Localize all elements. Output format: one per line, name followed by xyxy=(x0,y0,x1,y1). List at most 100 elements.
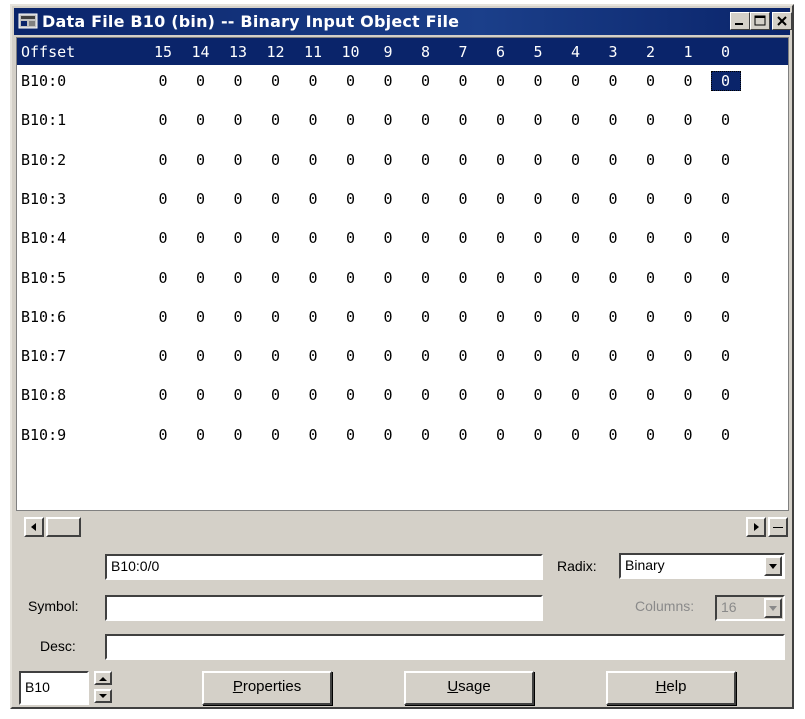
bit-cell[interactable]: 0 xyxy=(673,425,703,445)
bit-cell[interactable]: 0 xyxy=(298,110,328,130)
bit-cell[interactable]: 0 xyxy=(598,307,628,327)
bit-cell[interactable]: 0 xyxy=(598,150,628,170)
bit-cell[interactable]: 0 xyxy=(673,150,703,170)
radix-dropdown-button[interactable] xyxy=(764,556,782,576)
spin-up-button[interactable] xyxy=(94,671,112,685)
bit-cell[interactable]: 0 xyxy=(261,71,291,91)
bit-cell[interactable]: 0 xyxy=(186,150,216,170)
bit-cell[interactable]: 0 xyxy=(373,346,403,366)
bit-cell[interactable]: 0 xyxy=(448,307,478,327)
bit-cell[interactable]: 0 xyxy=(298,425,328,445)
bit-cell[interactable]: 0 xyxy=(711,346,741,366)
bit-cell[interactable]: 0 xyxy=(561,307,591,327)
bit-cell[interactable]: 0 xyxy=(486,307,516,327)
bit-cell[interactable]: 0 xyxy=(186,307,216,327)
bit-cell[interactable]: 0 xyxy=(223,385,253,405)
scroll-left-button[interactable] xyxy=(24,517,44,537)
split-button[interactable] xyxy=(768,517,788,537)
scroll-thumb[interactable] xyxy=(46,517,81,537)
bit-cell[interactable]: 0 xyxy=(373,268,403,288)
bit-cell[interactable]: 0 xyxy=(636,228,666,248)
bit-cell[interactable]: 0 xyxy=(148,425,178,445)
bit-cell[interactable]: 0 xyxy=(186,189,216,209)
bit-cell[interactable]: 0 xyxy=(186,110,216,130)
bit-cell[interactable]: 0 xyxy=(223,425,253,445)
bit-cell[interactable]: 0 xyxy=(261,228,291,248)
bit-cell[interactable]: 0 xyxy=(186,71,216,91)
bit-cell[interactable]: 0 xyxy=(561,150,591,170)
bit-cell[interactable]: 0 xyxy=(673,346,703,366)
bit-cell[interactable]: 0 xyxy=(186,228,216,248)
maximize-button[interactable] xyxy=(750,12,770,30)
bit-cell[interactable]: 0 xyxy=(523,385,553,405)
bit-cell[interactable]: 0 xyxy=(186,425,216,445)
radix-select[interactable]: Binary xyxy=(619,553,785,579)
bit-cell[interactable]: 0 xyxy=(486,228,516,248)
bit-cell[interactable]: 0 xyxy=(411,307,441,327)
bit-cell[interactable]: 0 xyxy=(486,425,516,445)
bit-cell[interactable]: 0 xyxy=(148,346,178,366)
bit-cell[interactable]: 0 xyxy=(486,268,516,288)
bit-cell[interactable]: 0 xyxy=(448,425,478,445)
bit-cell[interactable]: 0 xyxy=(186,385,216,405)
bit-cell[interactable]: 0 xyxy=(636,425,666,445)
bit-cell[interactable]: 0 xyxy=(148,268,178,288)
bit-cell[interactable]: 0 xyxy=(448,228,478,248)
bit-cell[interactable]: 0 xyxy=(523,307,553,327)
bit-cell[interactable]: 0 xyxy=(411,346,441,366)
bit-cell[interactable]: 0 xyxy=(148,110,178,130)
bit-cell[interactable]: 0 xyxy=(298,385,328,405)
bit-cell[interactable]: 0 xyxy=(261,425,291,445)
bit-cell[interactable]: 0 xyxy=(373,228,403,248)
bit-cell[interactable]: 0 xyxy=(448,385,478,405)
bit-cell[interactable]: 0 xyxy=(373,71,403,91)
bit-cell[interactable]: 0 xyxy=(148,385,178,405)
bit-cell[interactable]: 0 xyxy=(636,189,666,209)
bit-cell[interactable]: 0 xyxy=(636,346,666,366)
bit-cell[interactable]: 0 xyxy=(561,425,591,445)
bit-cell[interactable]: 0 xyxy=(636,71,666,91)
bit-cell[interactable]: 0 xyxy=(148,150,178,170)
bit-cell[interactable]: 0 xyxy=(448,71,478,91)
bit-cell[interactable]: 0 xyxy=(336,268,366,288)
bit-cell[interactable]: 0 xyxy=(711,189,741,209)
bit-cell[interactable]: 0 xyxy=(561,110,591,130)
bit-cell[interactable]: 0 xyxy=(523,150,553,170)
bit-cell[interactable]: 0 xyxy=(636,307,666,327)
bit-cell[interactable]: 0 xyxy=(411,268,441,288)
bit-cell[interactable]: 0 xyxy=(598,346,628,366)
close-button[interactable] xyxy=(772,12,792,30)
bit-cell[interactable]: 0 xyxy=(711,425,741,445)
bit-cell[interactable]: 0 xyxy=(411,110,441,130)
bit-cell[interactable]: 0 xyxy=(448,346,478,366)
bit-cell[interactable]: 0 xyxy=(336,189,366,209)
bit-cell[interactable]: 0 xyxy=(336,228,366,248)
bit-cell[interactable]: 0 xyxy=(523,71,553,91)
minimize-button[interactable] xyxy=(730,12,750,30)
bit-cell[interactable]: 0 xyxy=(636,110,666,130)
bit-cell[interactable]: 0 xyxy=(336,150,366,170)
spin-down-button[interactable] xyxy=(94,689,112,703)
symbol-field[interactable] xyxy=(105,595,543,621)
bit-cell[interactable]: 0 xyxy=(148,307,178,327)
bit-cell[interactable]: 0 xyxy=(598,189,628,209)
bit-cell[interactable]: 0 xyxy=(711,307,741,327)
bit-cell[interactable]: 0 xyxy=(373,385,403,405)
bit-cell[interactable]: 0 xyxy=(223,346,253,366)
bit-cell[interactable]: 0 xyxy=(261,268,291,288)
bit-cell[interactable]: 0 xyxy=(523,110,553,130)
bit-cell[interactable]: 0 xyxy=(711,385,741,405)
bit-cell[interactable]: 0 xyxy=(636,385,666,405)
bit-cell[interactable]: 0 xyxy=(561,346,591,366)
bit-cell[interactable]: 0 xyxy=(448,150,478,170)
bit-cell[interactable]: 0 xyxy=(298,268,328,288)
bit-cell[interactable]: 0 xyxy=(261,346,291,366)
bit-cell[interactable]: 0 xyxy=(561,71,591,91)
bit-cell[interactable]: 0 xyxy=(711,150,741,170)
usage-button[interactable]: Usage xyxy=(404,671,534,705)
help-button[interactable]: Help xyxy=(606,671,736,705)
bit-cell[interactable]: 0 xyxy=(148,228,178,248)
bit-cell[interactable]: 0 xyxy=(486,71,516,91)
bit-cell[interactable]: 0 xyxy=(336,71,366,91)
bit-cell[interactable]: 0 xyxy=(523,189,553,209)
